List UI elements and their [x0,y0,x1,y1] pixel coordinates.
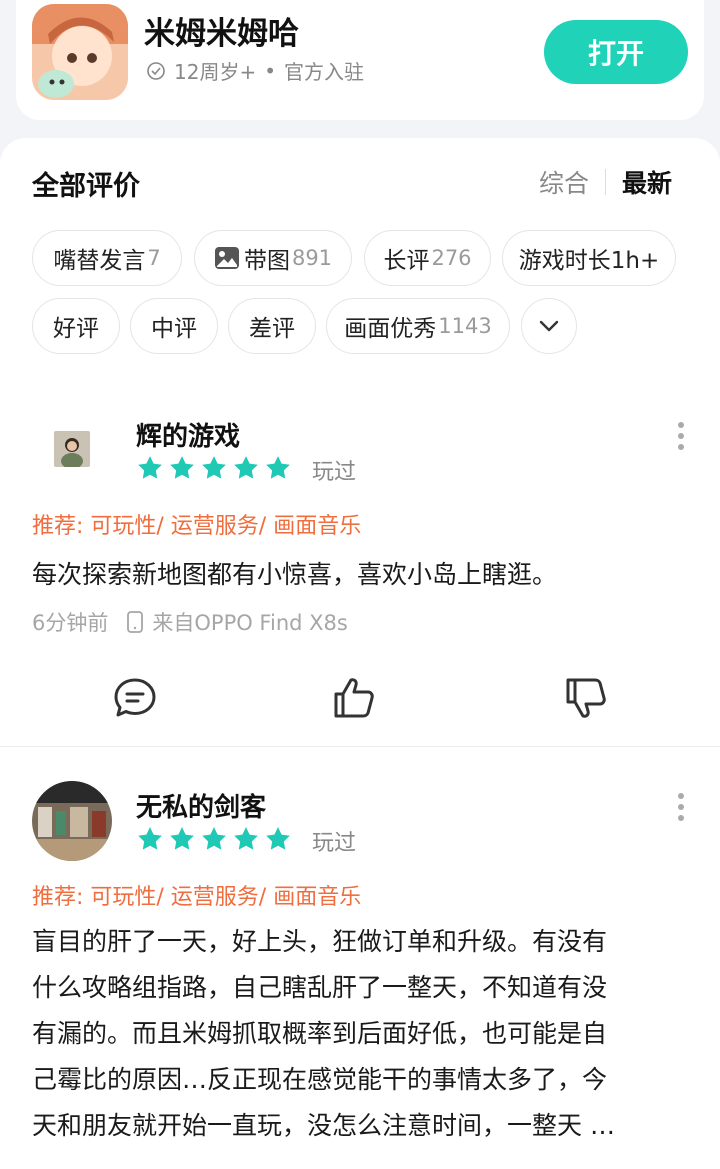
recommend-tags: 推荐: 可玩性/ 运营服务/ 画面音乐 [32,885,362,910]
content-line: 什么攻略组指路，自己瞎乱肝了一整天，不知道有没 [32,973,608,1002]
app-icon[interactable] [32,4,128,100]
content-line: 天和朋友就开始一直玩，没怎么注意时间，一整天 … [32,1111,615,1140]
app-header-card: 米姆米姆哈 12周岁+ • 官方入驻 打开 [16,0,704,120]
star-icon [266,456,290,479]
star-icon [138,827,162,850]
chip-label: 中评 [151,316,197,342]
recommend-tags: 推荐: 可玩性/ 运营服务/ 画面音乐 [32,514,362,539]
user-name[interactable]: 辉的游戏 [136,416,240,453]
thumbs-down-icon[interactable] [562,674,610,722]
chip-count: 891 [291,246,333,270]
meta-separator: • [264,58,277,83]
review-content[interactable]: 每次探索新地图都有小惊喜，喜欢小岛上瞎逛。 [32,552,688,598]
star-rating [136,825,292,853]
star-icon [266,827,290,850]
image-icon [214,247,239,269]
post-time: 6分钟前 [32,611,109,635]
played-status: 玩过 [312,831,357,856]
filter-chip[interactable]: 中评 [130,298,218,354]
sort-option-comprehensive[interactable]: 综合 [539,164,589,200]
comment-icon[interactable] [111,674,159,722]
star-rating [136,454,292,482]
phone-icon [127,611,144,633]
chip-label: 长评 [383,248,430,274]
chip-label: 带图 [243,248,290,274]
sort-option-latest[interactable]: 最新 [622,164,672,200]
chip-label: 差评 [249,316,295,342]
content-line: 有漏的。而且米姆抓取概率到后面好低，也可能是自 [32,1019,608,1048]
app-meta: 12周岁+ • 官方入驻 [146,56,364,85]
section-title: 全部评价 [32,171,140,202]
chip-label: 画面优秀 [344,316,437,342]
filter-chip[interactable]: 长评 276 [364,230,491,286]
star-icon [234,456,258,479]
age-rating: 12周岁+ [174,60,257,84]
avatar[interactable] [54,431,90,467]
sort-options: 综合 最新 [539,164,672,200]
content-line: 己霉比的原因…反正现在感觉能干的事情太多了，今 [32,1065,608,1094]
review-item: 无私的剑客 玩过 推荐: 可玩性/ 运营服务/ 画面音乐 盲目的肝了一天，好上头… [0,747,720,1169]
chip-label: 嘴替发言 [53,248,146,274]
star-icon [138,456,162,479]
star-icon [202,827,226,850]
thumbs-up-icon[interactable] [330,674,378,722]
review-meta: 6分钟前 来自OPPO Find X8s [32,607,348,637]
star-icon [170,456,194,479]
star-icon [170,827,194,850]
chevron-down-icon [539,320,559,332]
avatar[interactable] [32,781,112,861]
chip-label: 好评 [53,316,99,342]
verified-check-icon [147,61,165,80]
more-options-icon[interactable] [676,793,686,821]
filter-chip[interactable]: 游戏时长1h+ [502,230,676,286]
device-info: 来自OPPO Find X8s [152,611,348,635]
more-options-icon[interactable] [676,422,686,450]
app-name: 米姆米姆哈 [144,16,299,52]
filter-chip[interactable]: 嘴替发言 7 [32,230,182,286]
official-tag: 官方入驻 [284,60,365,84]
user-name[interactable]: 无私的剑客 [136,787,266,824]
chip-label: 游戏时长1h+ [518,248,660,274]
chip-count: 7 [147,246,161,270]
played-status: 玩过 [312,460,357,485]
content-line: 盲目的肝了一天，好上头，狂做订单和升级。有没有 [32,927,608,956]
filter-chip[interactable]: 画面优秀 1143 [326,298,510,354]
filter-chip[interactable]: 好评 [32,298,120,354]
review-item: 辉的游戏 玩过 推荐: 可玩性/ 运营服务/ 画面音乐 每次探索新地图都有小惊喜… [0,400,720,746]
chip-count: 276 [431,246,472,270]
filter-chip[interactable]: 差评 [228,298,316,354]
filter-chip[interactable]: 带图 891 [194,230,352,286]
expand-filters-button[interactable] [521,298,577,354]
sort-divider [604,169,606,195]
star-icon [234,827,258,850]
star-icon [202,456,226,479]
review-content[interactable]: 盲目的肝了一天，好上头，狂做订单和升级。有没有 什么攻略组指路，自己瞎乱肝了一整… [32,919,688,1149]
open-button[interactable]: 打开 [544,20,688,84]
chip-count: 1143 [438,314,492,338]
